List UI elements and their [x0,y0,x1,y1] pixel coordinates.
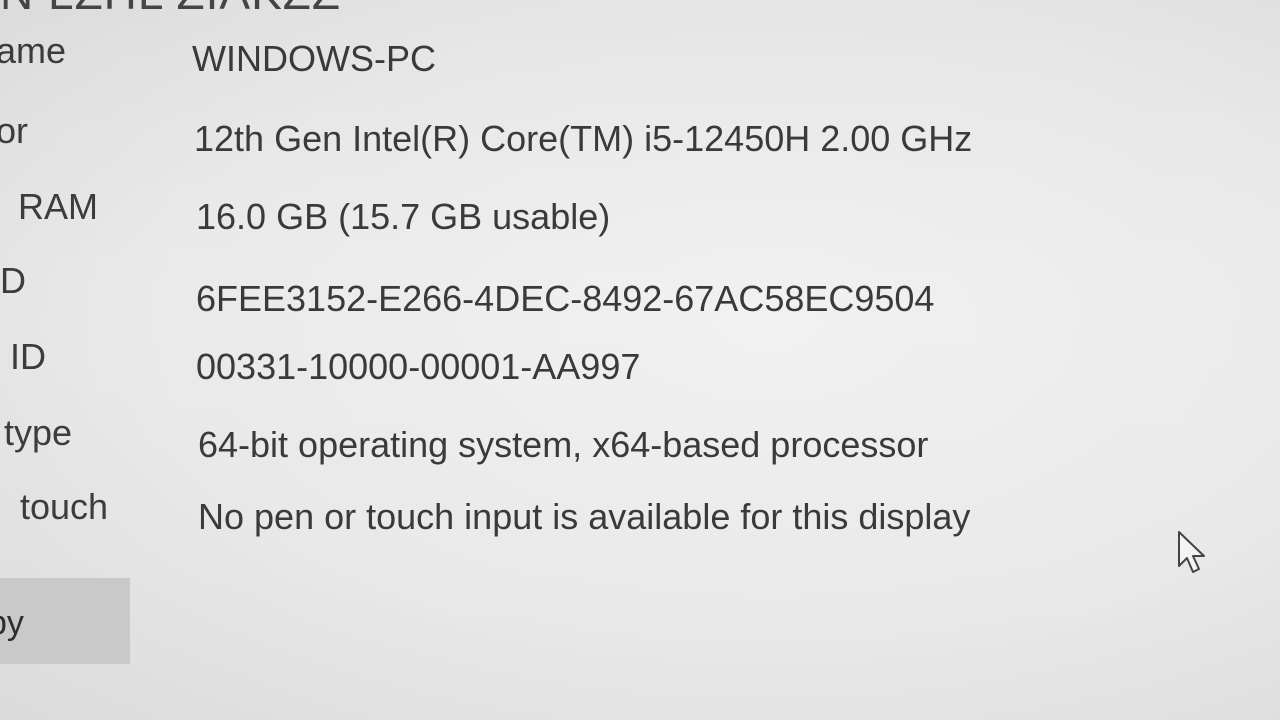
spec-row-pen-touch: touch No pen or touch input is available… [0,484,1200,544]
spec-label-installed-ram: RAM [18,186,98,227]
copy-button[interactable]: py [0,578,130,664]
spec-row-device-name: ame WINDOWS-PC [0,28,1200,88]
spec-label-product-id: ID [10,336,46,377]
copy-button-label: py [0,604,24,642]
spec-label-device-name: ame [0,30,67,71]
spec-value-device-id: 6FEE3152-E266-4DEC-8492-67AC58EC9504 [196,278,935,319]
spec-row-installed-ram: RAM 16.0 GB (15.7 GB usable) [0,184,1200,244]
spec-value-device-name: WINDOWS-PC [192,38,436,79]
spec-value-processor: 12th Gen Intel(R) Core(TM) i5-12450H 2.0… [194,118,973,159]
spec-label-system-type: type [4,412,73,453]
spec-row-device-id: D 6FEE3152-E266-4DEC-8492-67AC58EC9504 [0,258,1200,319]
section-heading: N LZHL ZIAKZZ [0,0,341,20]
spec-row-product-id: ID 00331-10000-00001-AA997 [0,334,1200,394]
spec-value-installed-ram: 16.0 GB (15.7 GB usable) [196,196,611,237]
spec-label-pen-touch: touch [20,486,109,527]
spec-row-system-type: type 64-bit operating system, x64-based … [0,410,1200,470]
spec-value-system-type: 64-bit operating system, x64-based proce… [198,424,929,465]
spec-value-pen-touch: No pen or touch input is available for t… [198,496,971,537]
spec-row-processor: or 12th Gen Intel(R) Core(TM) i5-12450H … [0,108,1200,168]
mouse-pointer-icon [1178,531,1205,573]
spec-label-device-id: D [0,260,26,301]
spec-label-processor: or [0,110,29,151]
spec-value-product-id: 00331-10000-00001-AA997 [196,346,641,387]
